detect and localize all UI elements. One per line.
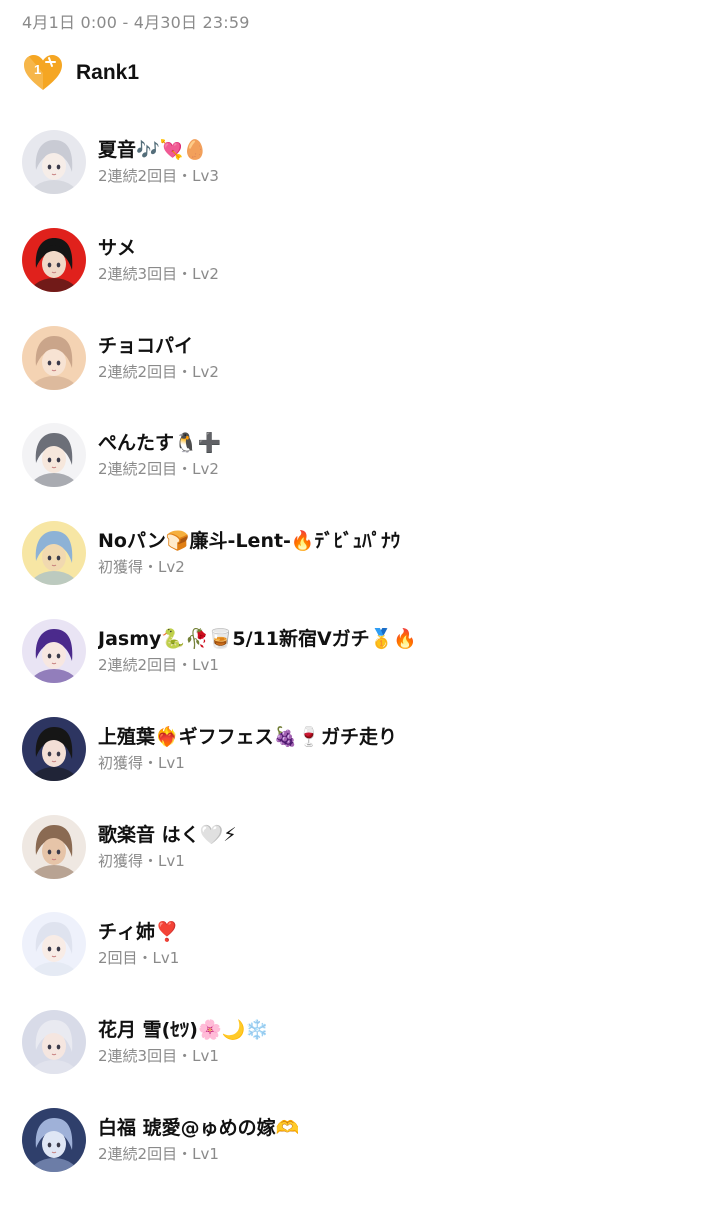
ranking-user-list: 夏音🎶💘🥚 2連続2回目・Lv3 サメ 2連続3回目・Lv2 チョコパイ 2連続2回目・L… — [0, 130, 708, 1206]
user-status: 2連続2回目・Lv2 — [98, 362, 219, 381]
user-name: Noパン🍞廉斗-Lent-🔥ﾃﾞﾋﾞｭﾊﾟﾅｳ — [98, 530, 401, 553]
user-name: Jasmy🐍🥀🥃5/11新宿Vガチ🥇🔥 — [98, 627, 417, 650]
list-item[interactable]: サメ 2連続3回目・Lv2 — [0, 227, 708, 326]
user-name: 上殖葉❤️‍🔥ギフフェス🍇🍷ガチ走り — [98, 725, 397, 748]
user-name: 歌楽音 はく🤍⚡ — [98, 823, 237, 846]
gray-hair-girl-avatar-icon[interactable] — [22, 423, 86, 488]
user-name: 花月 雪(ｾﾂ)🌸🌙❄️ — [98, 1019, 269, 1042]
user-status: 2連続3回目・Lv2 — [98, 264, 219, 283]
user-status: 2連続2回目・Lv3 — [98, 167, 219, 185]
rank-label: Rank1 — [76, 61, 140, 84]
list-item[interactable]: Jasmy🐍🥀🥃5/11新宿Vガチ🥇🔥 2連続2回目・Lv1 — [0, 618, 708, 717]
list-item[interactable]: チィ姉❣️ 2回目・Lv1 — [0, 912, 708, 1010]
user-name: 夏音🎶💘🥚 — [98, 139, 207, 161]
user-status: 2連続2回目・Lv1 — [98, 1144, 219, 1163]
user-name: ぺんたす🐧➕ — [98, 432, 222, 455]
list-item[interactable]: ぺんたす🐧➕ 2連続2回目・Lv2 — [0, 423, 708, 521]
brown-hair-boy-avatar-icon[interactable] — [22, 814, 86, 879]
list-item[interactable]: Noパン🍞廉斗-Lent-🔥ﾃﾞﾋﾞｭﾊﾟﾅｳ 初獲得・Lv2 — [0, 521, 708, 619]
list-item[interactable]: 花月 雪(ｾﾂ)🌸🌙❄️ 2連続3回目・Lv1 — [0, 1010, 708, 1108]
silver-hair-girl-avatar-icon[interactable] — [22, 130, 86, 194]
user-status: 2回目・Lv1 — [98, 949, 180, 968]
horned-girl-avatar-icon[interactable] — [22, 325, 86, 390]
user-status: 初獲得・Lv2 — [98, 558, 185, 577]
purple-hair-girl-avatar-icon[interactable] — [22, 618, 86, 683]
night-sky-girl-avatar-icon[interactable] — [22, 716, 86, 781]
user-status: 2連続2回目・Lv1 — [98, 655, 219, 674]
list-item[interactable]: チョコパイ 2連続2回目・Lv2 — [0, 325, 708, 424]
black-hair-boy-red-bg-avatar-icon[interactable] — [22, 227, 86, 292]
user-name: 白福 琥愛@ゅめの嫁🫶 — [98, 1116, 300, 1139]
list-item[interactable]: 上殖葉❤️‍🔥ギフフェス🍇🍷ガチ走り初獲得・Lv1 — [0, 716, 708, 815]
emoji-collage-avatar-icon[interactable] — [22, 521, 86, 586]
user-status: 初獲得・Lv1 — [98, 851, 185, 870]
list-item[interactable]: 白福 琥愛@ゅめの嫁🫶 2連続2回目・Lv1 — [0, 1107, 708, 1206]
list-item[interactable]: 歌楽音 はく🤍⚡ 初獲得・Lv1 — [0, 814, 708, 913]
user-status: 2連続3回目・Lv1 — [98, 1047, 219, 1066]
blue-scene-avatar-icon[interactable] — [22, 1107, 86, 1172]
rank-header: 1 Rank1 — [22, 52, 139, 94]
winking-girl-avatar-icon[interactable] — [22, 1010, 86, 1075]
user-name: サメ — [98, 236, 137, 259]
user-status: 初獲得・Lv1 — [98, 753, 185, 772]
heart-rank-badge-icon: 1 — [24, 55, 62, 90]
user-name: チョコパイ — [98, 334, 194, 357]
bunny-ear-girl-avatar-icon[interactable] — [22, 912, 86, 977]
ranking-period: 4月1日 0:00 - 4月30日 23:59 — [22, 13, 250, 32]
list-item[interactable]: 夏音🎶💘🥚 2連続2回目・Lv3 — [0, 130, 708, 228]
user-name: チィ姉❣️ — [98, 921, 179, 944]
svg-text:1: 1 — [34, 62, 41, 77]
user-status: 2連続2回目・Lv2 — [98, 460, 219, 479]
